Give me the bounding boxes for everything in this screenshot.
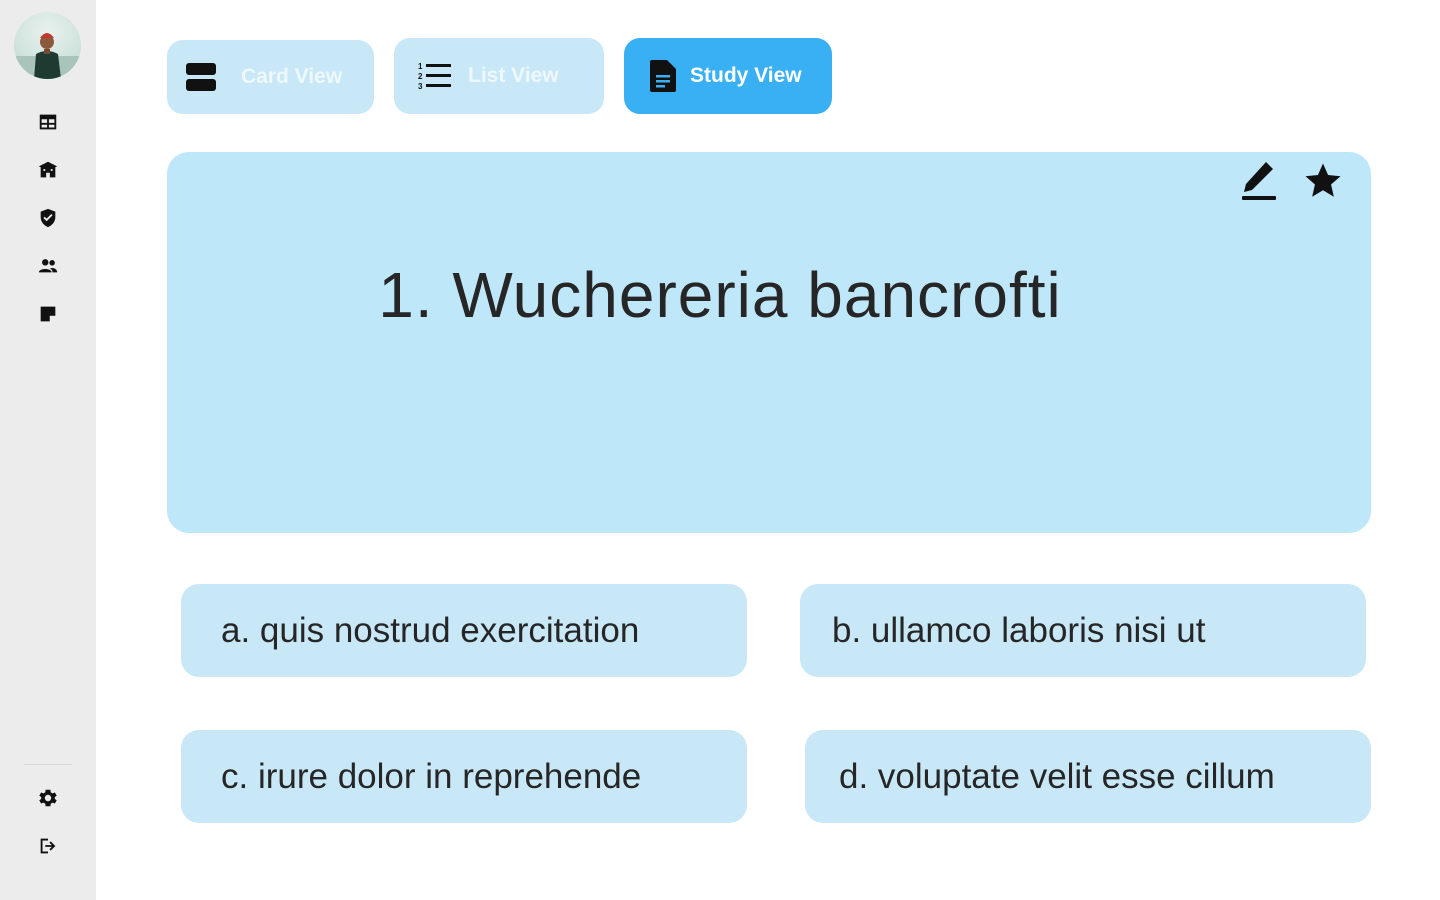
table-icon[interactable] xyxy=(36,110,60,134)
option-text: c. irure dolor in reprehende xyxy=(221,756,642,796)
sidebar-divider xyxy=(24,764,72,765)
sidebar xyxy=(0,0,96,900)
user-avatar[interactable] xyxy=(14,12,81,79)
svg-text:1: 1 xyxy=(418,62,423,71)
card-view-icon xyxy=(185,61,217,93)
option-text: b. ullamco laboris nisi ut xyxy=(832,610,1206,650)
verified-shield-icon[interactable] xyxy=(36,206,60,230)
settings-icon[interactable] xyxy=(36,786,60,810)
numbered-list-icon: 1 2 3 xyxy=(418,61,452,91)
star-icon[interactable] xyxy=(1302,160,1344,202)
option-text: d. voluptate velit esse cillum xyxy=(839,756,1275,796)
svg-text:3: 3 xyxy=(418,82,423,91)
option-b[interactable]: b. ullamco laboris nisi ut xyxy=(800,584,1366,677)
list-view-button[interactable]: 1 2 3 List View xyxy=(394,38,604,114)
list-view-label: List View xyxy=(468,64,559,87)
card-view-label: Card View xyxy=(241,65,343,88)
option-text: a. quis nostrud exercitation xyxy=(221,610,640,650)
option-c[interactable]: c. irure dolor in reprehende xyxy=(181,730,747,823)
question-card xyxy=(167,152,1371,533)
study-view-button[interactable]: Study View xyxy=(624,38,832,114)
document-icon xyxy=(648,60,678,92)
card-view-button[interactable]: Card View xyxy=(167,40,374,114)
logout-icon[interactable] xyxy=(36,834,60,858)
school-icon[interactable] xyxy=(36,158,60,182)
option-d[interactable]: d. voluptate velit esse cillum xyxy=(805,730,1371,823)
question-text: 1. Wuchereria bancrofti xyxy=(378,259,1062,331)
option-a[interactable]: a. quis nostrud exercitation xyxy=(181,584,747,677)
edit-icon[interactable] xyxy=(1240,160,1280,202)
svg-text:2: 2 xyxy=(418,72,423,81)
study-view-label: Study View xyxy=(690,64,802,87)
